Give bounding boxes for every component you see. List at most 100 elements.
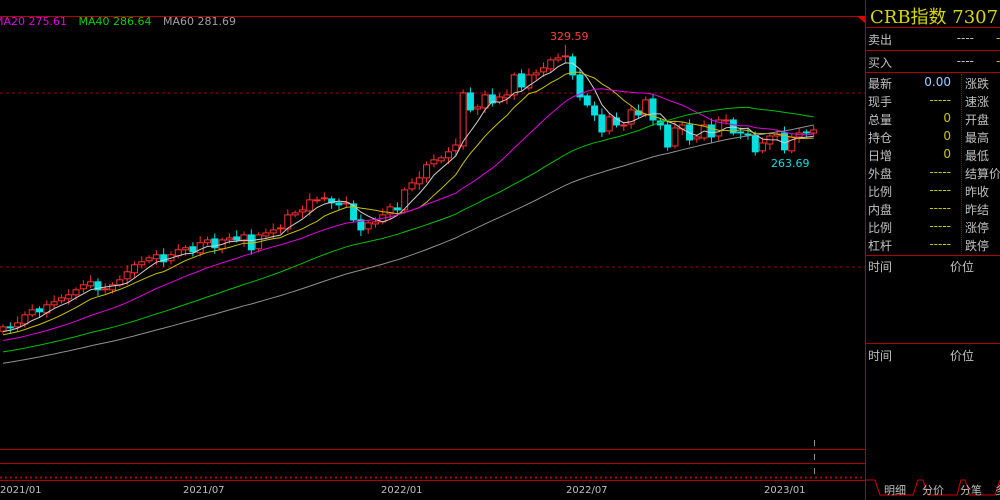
field-label: 速涨 [965, 95, 990, 109]
ma-legend: MA20 275.61 MA40 286.64 MA60 281.69 [0, 15, 244, 28]
field-label: 杠杆 [868, 239, 893, 253]
candle [620, 122, 628, 131]
panel-marker-icon [857, 16, 865, 23]
ma60-line [2, 124, 814, 364]
field-label: 开盘 [965, 113, 990, 127]
field-label: 最高 [965, 131, 990, 145]
candle [335, 198, 343, 210]
quote-row: 比例 ----- 昨收 [868, 183, 989, 201]
candle [423, 161, 431, 183]
field-label: 涨停 [965, 221, 990, 235]
ma5-line [2, 62, 814, 332]
field-value: ----- [929, 219, 951, 233]
candle [707, 118, 715, 143]
candle [350, 200, 358, 223]
candle [298, 205, 306, 218]
field-value: ----- [929, 183, 951, 197]
candle [518, 69, 526, 91]
x-tick: 2023/01 [764, 485, 806, 496]
candle [101, 283, 109, 294]
candle [277, 224, 285, 234]
candle [43, 300, 51, 318]
candle [561, 44, 569, 63]
sell-row: 卖出 ---- - [868, 31, 1000, 47]
time-header: 时间 [868, 349, 893, 363]
candle [87, 275, 95, 289]
tab-more[interactable]: 多 [995, 482, 1000, 498]
candle [605, 113, 613, 135]
quote-row: 最新 0.00 涨跌 [868, 75, 989, 93]
candle [306, 193, 314, 216]
candle [656, 118, 664, 130]
x-tick: 2021/07 [183, 485, 225, 496]
instrument-title: CRB指数 7307 [870, 7, 999, 28]
tab-ticks[interactable]: 分笔 [960, 482, 982, 498]
quote-row: 内盘 ----- 昨结 [868, 201, 989, 219]
field-label: 结算价 [965, 167, 1000, 181]
candle [802, 129, 810, 137]
field-label: 日增 [868, 149, 893, 163]
candle [715, 116, 723, 141]
candle [583, 93, 591, 108]
field-value: ----- [929, 201, 951, 215]
field-label: 最低 [965, 149, 990, 163]
price-header: 价位 [950, 260, 975, 274]
candle [437, 155, 445, 164]
high-annotation: 329.59 [550, 30, 589, 43]
candle [795, 127, 803, 143]
ma10-line [2, 71, 814, 336]
quote-row: 日增 0 最低 [868, 147, 989, 165]
field-value: ----- [929, 237, 951, 251]
candle [510, 72, 518, 100]
x-tick: 2022/07 [566, 485, 608, 496]
buy-value: ---- [956, 54, 974, 68]
candle [649, 93, 657, 126]
field-label: 比例 [868, 185, 893, 199]
candle [452, 138, 460, 156]
candle [408, 178, 416, 192]
candle [145, 255, 153, 264]
legend-ma20: MA20 275.61 [0, 15, 67, 28]
candle [79, 280, 87, 293]
field-value: 0 [943, 129, 951, 143]
field-label: 现手 [868, 95, 893, 109]
candle [445, 147, 453, 164]
candle [160, 248, 168, 267]
ma40-line [2, 106, 814, 353]
time-header: 时间 [868, 260, 893, 274]
candle [474, 104, 482, 115]
buy-label: 买入 [868, 56, 893, 70]
candle [218, 237, 226, 254]
x-tick: 2021/01 [0, 485, 42, 496]
candle [627, 105, 635, 129]
candle [28, 304, 36, 318]
candle [320, 192, 328, 202]
candle [503, 89, 511, 104]
quote-row: 比例 ----- 涨停 [868, 219, 989, 237]
field-value: ----- [929, 93, 951, 107]
candle [466, 87, 474, 113]
field-label: 昨收 [965, 185, 990, 199]
field-label: 内盘 [868, 203, 893, 217]
candle [284, 209, 292, 233]
legend-ma40: MA40 286.64 [78, 15, 152, 28]
candle [598, 108, 606, 137]
candle [262, 228, 270, 239]
tab-details[interactable]: 明细 [884, 482, 906, 498]
field-value: 0.00 [924, 75, 951, 89]
candle [0, 324, 7, 334]
tab-price-distribution[interactable]: 分价 [922, 482, 944, 498]
candle [430, 154, 438, 168]
candle [14, 316, 22, 332]
candle [247, 229, 255, 255]
candle [569, 53, 577, 80]
quote-row: 总量 0 开盘 [868, 111, 989, 129]
candle [415, 171, 423, 190]
candle [664, 120, 672, 151]
candlestick-chart[interactable] [0, 0, 865, 500]
candle [50, 295, 58, 309]
field-label: 外盘 [868, 167, 893, 181]
candle [130, 261, 138, 278]
quote-row: 现手 ----- 速涨 [868, 93, 989, 111]
sell-value: ---- [956, 31, 974, 45]
